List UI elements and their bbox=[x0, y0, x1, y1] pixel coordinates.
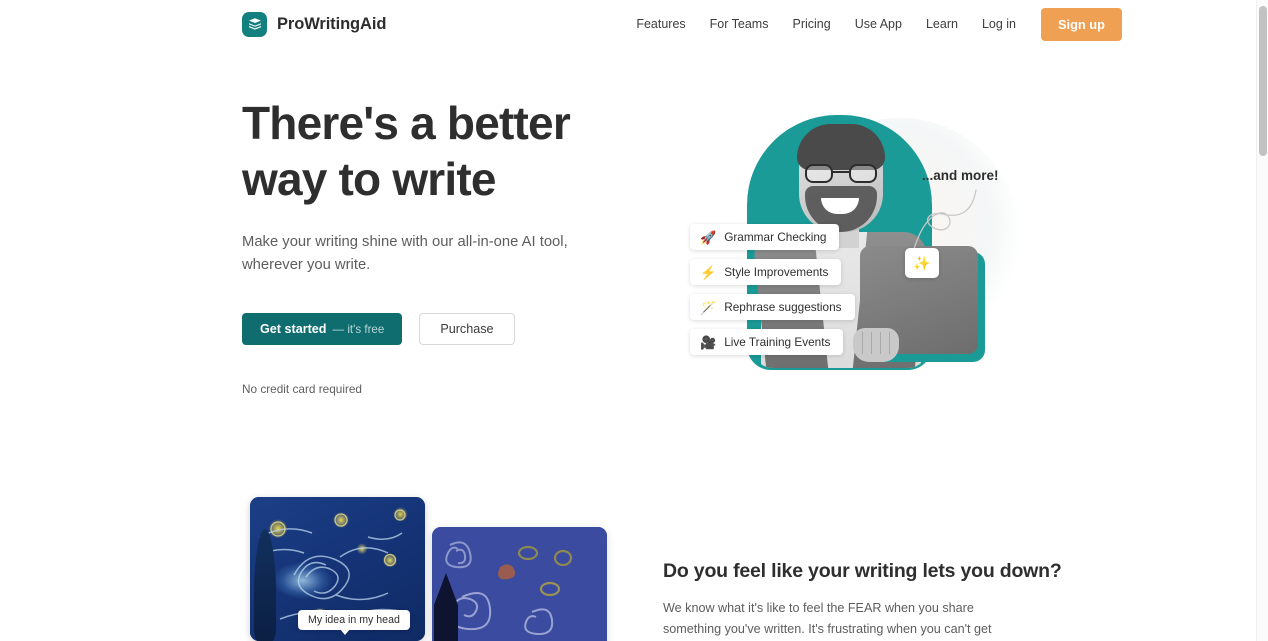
chip-label: Rephrase suggestions bbox=[724, 300, 842, 314]
and-more-label: ...and more! bbox=[922, 168, 999, 183]
book-logo-icon bbox=[242, 11, 267, 37]
signup-button[interactable]: Sign up bbox=[1041, 7, 1122, 41]
page-root: ProWritingAid Features For Teams Pricing… bbox=[0, 0, 1268, 641]
get-started-label: Get started bbox=[260, 322, 327, 336]
chip-rephrase-suggestions[interactable]: 🪄 Rephrase suggestions bbox=[690, 294, 855, 320]
eyeglasses-icon bbox=[805, 164, 877, 183]
rocket-icon: 🚀 bbox=[700, 229, 717, 245]
get-started-button[interactable]: Get started — it's free bbox=[242, 313, 403, 345]
get-started-sublabel: — it's free bbox=[332, 322, 385, 336]
chip-label: Style Improvements bbox=[724, 265, 829, 279]
nav-pricing[interactable]: Pricing bbox=[780, 11, 842, 37]
scrollbar-thumb[interactable] bbox=[1259, 6, 1267, 156]
lightning-icon: ⚡ bbox=[700, 264, 717, 280]
chip-live-training-events[interactable]: 🎥 Live Training Events bbox=[690, 329, 844, 355]
site-header: ProWritingAid Features For Teams Pricing… bbox=[0, 0, 1256, 48]
sparkles-icon: ✨ bbox=[913, 254, 931, 271]
section2-body: We know what it's like to feel the FEAR … bbox=[663, 601, 992, 636]
nav-features[interactable]: Features bbox=[624, 11, 697, 37]
nav-for-teams[interactable]: For Teams bbox=[698, 11, 781, 37]
hero-title-line1: There's a better bbox=[242, 97, 571, 149]
section2-title: Do you feel like your writing lets you d… bbox=[663, 560, 1062, 582]
nav-learn[interactable]: Learn bbox=[914, 11, 970, 37]
hero-illustration: 🚀 Grammar Checking ⚡ Style Improvements … bbox=[660, 100, 1020, 390]
brand-name: ProWritingAid bbox=[277, 14, 387, 33]
hero-section: There's a better way to write Make your … bbox=[242, 95, 642, 396]
nav-use-app[interactable]: Use App bbox=[843, 11, 914, 37]
chip-label: Grammar Checking bbox=[724, 230, 827, 244]
brand-logo[interactable]: ProWritingAid bbox=[242, 11, 387, 37]
hero-actions: Get started — it's free Purchase bbox=[242, 313, 642, 345]
hand-fingers bbox=[860, 332, 894, 356]
sparkle-badge: ✨ bbox=[905, 248, 939, 278]
no-credit-card-note: No credit card required bbox=[242, 382, 362, 396]
artwork-caption: My idea in my head bbox=[298, 610, 410, 635]
hero-subtitle: Make your writing shine with our all-in-… bbox=[242, 234, 568, 273]
purchase-button[interactable]: Purchase bbox=[419, 313, 515, 345]
feature-chip-list: 🚀 Grammar Checking ⚡ Style Improvements … bbox=[690, 224, 855, 355]
video-camera-icon: 🎥 bbox=[700, 334, 717, 350]
main-nav: Features For Teams Pricing Use App Learn… bbox=[624, 7, 1122, 41]
chip-style-improvements[interactable]: ⚡ Style Improvements bbox=[690, 259, 842, 285]
page-title: There's a better way to write bbox=[242, 95, 642, 207]
page-scrollbar[interactable] bbox=[1256, 0, 1268, 641]
hero-title-line2: way to write bbox=[242, 153, 496, 205]
section2-text: Do you feel like your writing lets you d… bbox=[663, 560, 1062, 641]
chip-label: Live Training Events bbox=[724, 335, 831, 349]
chip-grammar-checking[interactable]: 🚀 Grammar Checking bbox=[690, 224, 840, 250]
magic-wand-icon: 🪄 bbox=[700, 299, 717, 315]
comparison-artwork: My idea in my head bbox=[250, 497, 607, 641]
nav-login[interactable]: Log in bbox=[970, 11, 1028, 37]
crude-drawing-image bbox=[432, 527, 607, 641]
